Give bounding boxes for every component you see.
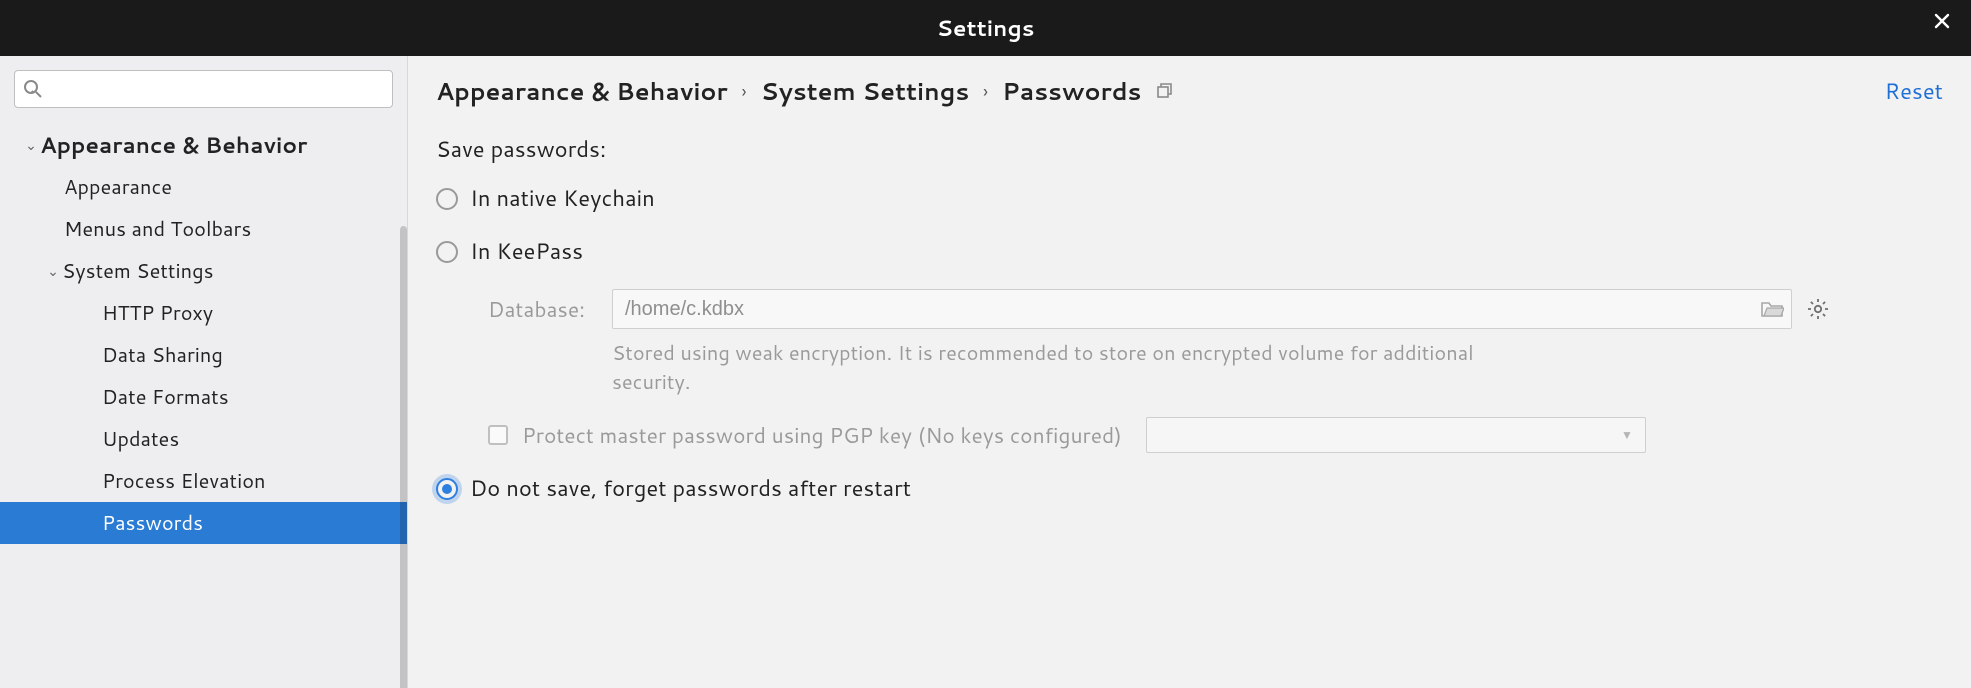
folder-open-icon[interactable] — [1760, 297, 1784, 321]
sidebar: ⌄ Appearance & Behavior Appearance Menus… — [0, 56, 408, 688]
search-icon — [22, 78, 44, 100]
tree-item-date-formats[interactable]: Date Formats — [0, 376, 407, 418]
breadcrumb-passwords[interactable]: Passwords — [1002, 74, 1141, 108]
reset-button[interactable]: Reset — [1885, 76, 1943, 107]
chevron-down-icon: ⌄ — [22, 135, 40, 155]
tree-item-data-sharing[interactable]: Data Sharing — [0, 334, 407, 376]
chevron-down-icon: ⌄ — [44, 261, 62, 281]
breadcrumb: Appearance & Behavior › System Settings … — [436, 74, 1943, 108]
chevron-right-icon: › — [742, 78, 747, 104]
breadcrumb-system-settings[interactable]: System Settings — [761, 74, 970, 108]
keepass-subsection: Database: Stored using weak encryption. … — [488, 289, 1943, 453]
search-input[interactable] — [14, 70, 393, 108]
radio-icon — [436, 478, 458, 500]
window-title: Settings — [937, 13, 1035, 44]
breadcrumb-appearance-behavior[interactable]: Appearance & Behavior — [436, 74, 728, 108]
tree-item-appearance-behavior[interactable]: ⌄ Appearance & Behavior — [0, 124, 407, 166]
tree-label: Date Formats — [102, 383, 229, 411]
tree-label: Process Elevation — [102, 467, 266, 495]
section-label-save-passwords: Save passwords: — [436, 134, 1943, 165]
tree-item-system-settings[interactable]: ⌄ System Settings — [0, 250, 407, 292]
scrollbar-thumb[interactable] — [400, 226, 407, 688]
database-hint: Stored using weak encryption. It is reco… — [612, 339, 1542, 397]
tree-label: Appearance — [64, 173, 172, 201]
settings-tree: ⌄ Appearance & Behavior Appearance Menus… — [0, 118, 407, 544]
close-icon[interactable] — [1933, 12, 1951, 30]
tree-item-http-proxy[interactable]: HTTP Proxy — [0, 292, 407, 334]
database-label: Database: — [488, 294, 598, 324]
tree-label: HTTP Proxy — [102, 299, 213, 327]
content-pane: Appearance & Behavior › System Settings … — [408, 56, 1971, 688]
tree-label: Passwords — [102, 509, 203, 537]
radio-label: In native Keychain — [470, 183, 655, 214]
gear-icon[interactable] — [1806, 297, 1830, 321]
radio-label: Do not save, forget passwords after rest… — [470, 473, 911, 504]
pgp-key-select[interactable] — [1146, 417, 1646, 453]
radio-keepass[interactable]: In KeePass — [436, 236, 1943, 267]
radio-native-keychain[interactable]: In native Keychain — [436, 183, 1943, 214]
radio-do-not-save[interactable]: Do not save, forget passwords after rest… — [436, 473, 1943, 504]
tree-item-appearance[interactable]: Appearance — [0, 166, 407, 208]
window-restore-icon[interactable] — [1155, 82, 1173, 100]
database-path-input[interactable] — [612, 289, 1792, 329]
radio-label: In KeePass — [470, 236, 583, 267]
tree-item-process-elevation[interactable]: Process Elevation — [0, 460, 407, 502]
titlebar: Settings — [0, 0, 1971, 56]
tree-item-updates[interactable]: Updates — [0, 418, 407, 460]
checkbox-pgp-label: Protect master password using PGP key (N… — [522, 420, 1122, 450]
tree-label: Appearance & Behavior — [40, 130, 307, 161]
chevron-right-icon: › — [983, 78, 988, 104]
tree-label: Data Sharing — [102, 341, 223, 369]
checkbox-pgp[interactable] — [488, 425, 508, 445]
tree-label: Updates — [102, 425, 179, 453]
tree-label: System Settings — [62, 257, 214, 285]
tree-item-menus-toolbars[interactable]: Menus and Toolbars — [0, 208, 407, 250]
radio-icon — [436, 241, 458, 263]
radio-icon — [436, 188, 458, 210]
tree-label: Menus and Toolbars — [64, 215, 251, 243]
tree-item-passwords[interactable]: Passwords — [0, 502, 407, 544]
